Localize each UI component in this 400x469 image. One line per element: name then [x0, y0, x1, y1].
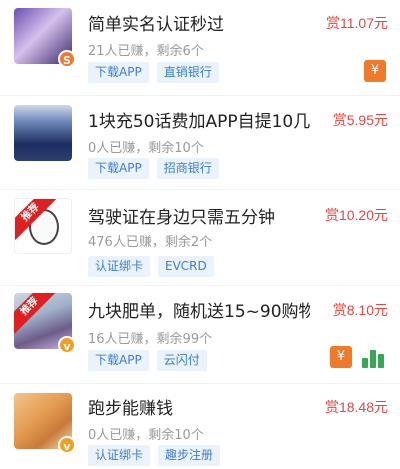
- task-tag: 下载APP: [88, 62, 149, 83]
- task-meta: 0人已赚，剩余10个: [88, 141, 204, 156]
- task-list: S 简单实名认证秒过 赏11.07元 21人已赚，剩余6个 下载APP 直销银行…: [0, 0, 400, 469]
- task-reward: 赏5.95元: [332, 112, 388, 128]
- task-tag: 下载APP: [88, 158, 149, 179]
- task-tags: 下载APP 云闪付: [88, 350, 207, 371]
- task-tags: 下载APP 招商银行: [88, 158, 219, 179]
- task-tag: 下载APP: [88, 350, 149, 371]
- task-avatar: 推荐: [14, 198, 72, 254]
- task-title: 驾驶证在身边只需五分钟: [88, 208, 275, 228]
- red-envelope-icon: ¥: [364, 60, 386, 82]
- task-tag: 直销银行: [156, 62, 219, 83]
- red-envelope-icon: ¥: [330, 346, 352, 368]
- task-item[interactable]: 推荐 v 九块肥单，随机送15~90购物... 赏8.10元 16人已赚，剩余9…: [0, 286, 400, 383]
- task-avatar: [14, 105, 72, 161]
- task-tags: 认证绑卡 EVCRD: [88, 256, 214, 277]
- task-tag: 认证绑卡: [88, 256, 151, 277]
- verified-badge-icon: v: [58, 336, 76, 354]
- task-meta: 21人已赚，剩余6个: [88, 44, 204, 59]
- verified-badge-icon: v: [58, 436, 76, 454]
- task-tags: 下载APP 直销银行: [88, 62, 219, 83]
- task-item[interactable]: v 跑步能赚钱 赏18.48元 0人已赚，剩余10个 认证绑卡 趣步注册: [0, 384, 400, 469]
- task-title: 跑步能赚钱: [88, 399, 173, 419]
- task-tags: 认证绑卡 趣步注册: [88, 445, 221, 466]
- level-badge-icon: S: [58, 50, 76, 68]
- bar-chart-icon: [362, 346, 386, 368]
- task-tag: 招商银行: [156, 158, 219, 179]
- task-tag: 趣步注册: [158, 445, 221, 466]
- task-item[interactable]: 推荐 驾驶证在身边只需五分钟 赏10.20元 476人已赚，剩余2个 认证绑卡 …: [0, 190, 400, 285]
- task-meta: 476人已赚，剩余2个: [88, 235, 213, 250]
- task-meta: 0人已赚，剩余10个: [88, 428, 204, 443]
- task-reward: 赏10.20元: [324, 207, 388, 223]
- task-reward: 赏18.48元: [324, 399, 388, 415]
- task-tag: 认证绑卡: [88, 445, 151, 466]
- task-tag: EVCRD: [158, 256, 214, 277]
- task-reward: 赏8.10元: [332, 302, 388, 318]
- task-tag: 云闪付: [156, 350, 207, 371]
- task-title: 简单实名认证秒过: [88, 15, 224, 35]
- task-item[interactable]: S 简单实名认证秒过 赏11.07元 21人已赚，剩余6个 下载APP 直销银行…: [0, 0, 400, 95]
- task-title: 九块肥单，随机送15~90购物...: [88, 302, 310, 322]
- recommend-ribbon: 推荐: [14, 293, 57, 334]
- task-meta: 16人已赚，剩余99个: [88, 332, 213, 347]
- task-title: 1块充50话费加APP自提10几: [88, 112, 310, 132]
- task-reward: 赏11.07元: [326, 15, 388, 31]
- task-item[interactable]: 1块充50话费加APP自提10几 赏5.95元 0人已赚，剩余10个 下载APP…: [0, 96, 400, 189]
